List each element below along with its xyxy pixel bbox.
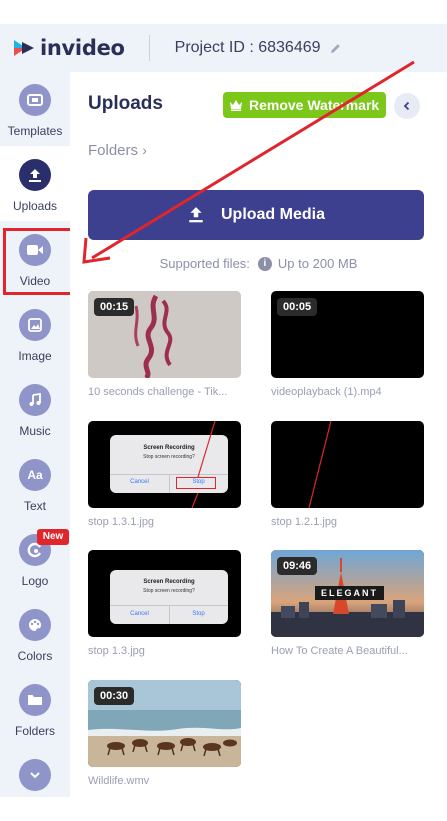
annotation-arrow	[82, 60, 415, 264]
invideo-editor: invideo Project ID : 6836469 Templates U…	[0, 0, 447, 821]
bottom-strip	[0, 797, 447, 821]
